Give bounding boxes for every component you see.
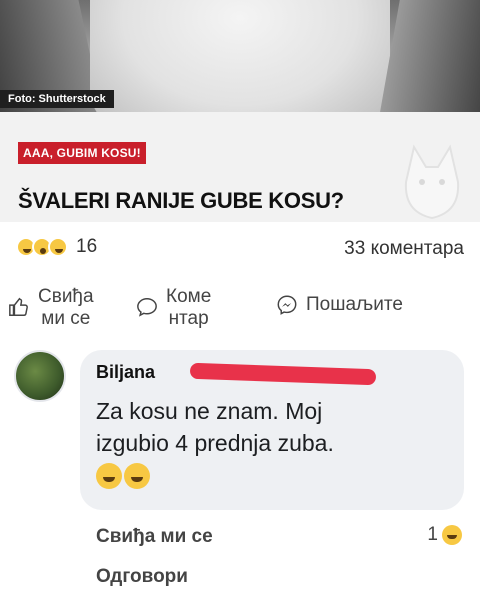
comment-text: Za kosu ne znam. Moj izgubio 4 prednja z… — [96, 395, 448, 459]
photo-arm-right — [378, 0, 480, 112]
comment-author[interactable]: Biljana — [96, 362, 155, 383]
comment-bubble-icon — [137, 298, 157, 317]
like-button[interactable]: Свиђа ми се — [8, 286, 94, 330]
comment-text-line1: Za kosu ne znam. Moj — [96, 398, 323, 424]
reaction-count: 16 — [76, 236, 98, 257]
article-card[interactable]: AAA, GUBIM KOSU! ŠVALERI RANIJE GUBE KOS… — [0, 112, 480, 222]
wink-emoji-icon — [96, 463, 122, 489]
article-photo[interactable]: Foto: Shutterstock — [0, 0, 480, 112]
send-button[interactable]: Пошаљите — [276, 294, 403, 316]
like-label-line1: Свиђа — [38, 286, 94, 307]
shocked-emoji-icon — [48, 237, 68, 257]
redaction-scribble — [189, 362, 377, 386]
comment-bubble: Biljana Za kosu ne znam. Moj izgubio 4 p… — [80, 350, 464, 510]
messenger-icon — [277, 295, 297, 315]
comment-reply-link[interactable]: Одговори — [96, 566, 188, 588]
comment-emojis — [96, 463, 448, 489]
laugh-emoji-icon — [442, 525, 462, 545]
comment-label-line1: Коме — [166, 286, 212, 307]
article-badge: AAA, GUBIM KOSU! — [18, 142, 146, 164]
comment-reaction-count[interactable]: 1 — [427, 524, 462, 546]
reactions-summary[interactable]: 16 — [16, 236, 97, 258]
send-label: Пошаљите — [306, 294, 403, 315]
avatar[interactable] — [14, 350, 66, 402]
comment-button[interactable]: Коме нтар — [136, 286, 211, 330]
article-headline[interactable]: ŠVALERI RANIJE GUBE KOSU? — [18, 188, 344, 214]
comment-text-line2: izgubio 4 prednja zuba. — [96, 430, 334, 456]
ghost-cat-icon — [404, 144, 460, 220]
thumbs-up-icon — [9, 297, 28, 316]
comment-label-line2: нтар — [168, 308, 209, 329]
comment-like-count: 1 — [427, 524, 438, 545]
laughing-crying-emoji-icon — [124, 463, 150, 489]
photo-credit: Foto: Shutterstock — [0, 90, 114, 108]
photo-shirt — [90, 0, 390, 112]
comment-like-link[interactable]: Свиђа ми се — [96, 526, 213, 548]
action-bar: Свиђа ми се Коме нтар Пошаљите — [0, 280, 480, 340]
comments-count[interactable]: 33 коментара — [344, 238, 464, 260]
like-label-line2: ми се — [41, 308, 91, 329]
